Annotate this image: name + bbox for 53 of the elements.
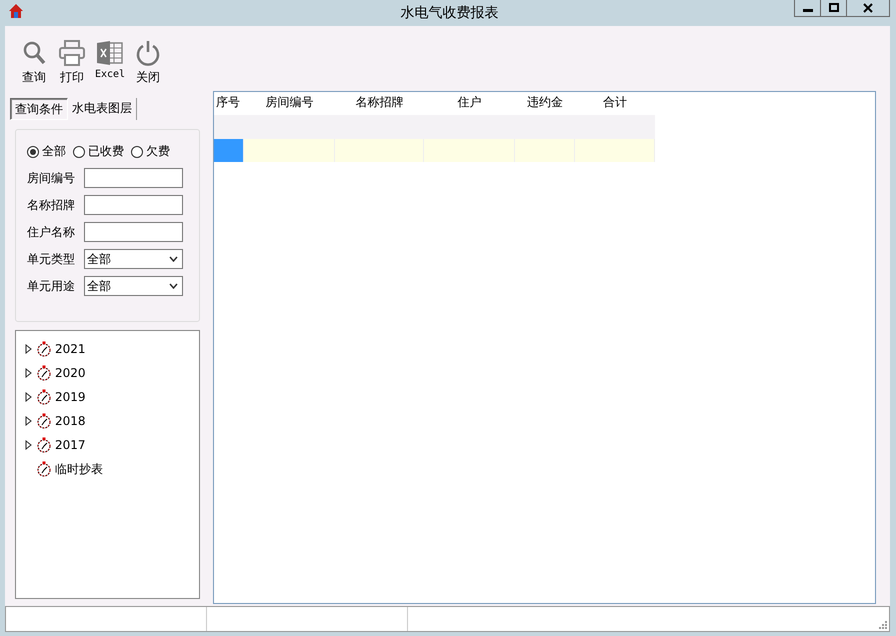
dropdown[interactable]: 全部: [84, 249, 183, 269]
power-icon: [135, 40, 161, 66]
input-field[interactable]: [84, 168, 183, 188]
field-label: 房间编号: [27, 170, 75, 186]
chevron-icon: [169, 283, 178, 289]
input-field[interactable]: [84, 195, 183, 215]
tab[interactable]: 水电表图层: [68, 98, 137, 120]
table-cell: [515, 139, 575, 162]
printer-icon: [59, 40, 85, 66]
column-header[interactable]: 房间编号: [244, 92, 335, 115]
column-header[interactable]: 名称招牌: [335, 92, 424, 115]
house-icon: [8, 3, 24, 19]
tree-item[interactable]: 临时抄表: [25, 457, 103, 481]
maximize-button[interactable]: [820, 0, 847, 17]
radio-option[interactable]: 已收费: [73, 143, 124, 160]
input-field[interactable]: [84, 222, 183, 242]
stopwatch-icon: [36, 389, 52, 405]
tree-item[interactable]: 2020: [25, 361, 86, 385]
chevron-icon: [169, 256, 178, 262]
column-header[interactable]: 合计: [575, 92, 655, 115]
toolbar-button[interactable]: 打印: [57, 40, 87, 88]
maximize-icon: [828, 3, 838, 13]
close-icon: [863, 3, 873, 13]
tree-item[interactable]: 2017: [25, 433, 86, 457]
dropdown[interactable]: 全部: [84, 276, 183, 296]
filter-cell[interactable]: [575, 115, 655, 139]
tree-item[interactable]: 2018: [25, 409, 86, 433]
toolbar-button[interactable]: 关闭: [133, 40, 163, 88]
field-label: 名称招牌: [27, 196, 75, 214]
tree-item[interactable]: 2019: [25, 385, 86, 409]
stopwatch-icon: [36, 461, 52, 477]
stopwatch-icon: [36, 413, 52, 429]
spreadsheet-icon: [96, 40, 124, 66]
stopwatch-icon: [36, 365, 52, 381]
field-label: 单元用途: [27, 278, 75, 294]
column-header[interactable]: 违约金: [515, 92, 575, 115]
stopwatch-icon: [36, 341, 52, 357]
field-label: 住户名称: [27, 224, 75, 240]
filter-cell[interactable]: [214, 115, 244, 139]
radio-option[interactable]: 全部: [27, 143, 66, 160]
column-header[interactable]: 住户: [424, 92, 515, 115]
search-icon: [22, 40, 46, 66]
column-header[interactable]: 序号: [214, 92, 244, 115]
tab[interactable]: 查询条件: [10, 98, 68, 120]
close-button[interactable]: [846, 0, 890, 17]
window-title: 水电气收费报表: [400, 4, 500, 22]
toolbar-button[interactable]: Excel: [95, 40, 125, 88]
stopwatch-icon: [36, 437, 52, 453]
minimize-button[interactable]: [794, 0, 821, 17]
radio-option[interactable]: 欠费: [131, 143, 170, 160]
tree-item[interactable]: 2021: [25, 337, 86, 361]
field-label: 单元类型: [27, 250, 75, 268]
toolbar-button[interactable]: 查询: [19, 40, 49, 88]
